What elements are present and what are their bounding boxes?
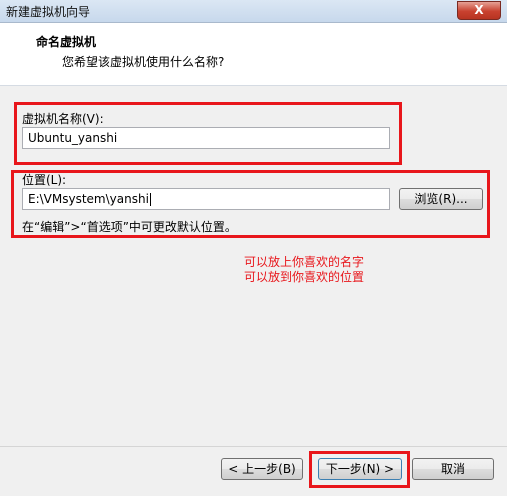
wizard-header: 命名虚拟机 您希望该虚拟机使用什么名称? — [0, 23, 507, 86]
page-subtitle: 您希望该虚拟机使用什么名称? — [62, 55, 225, 69]
title-bar: 新建虚拟机向导 X — [0, 0, 507, 23]
wizard-window: 新建虚拟机向导 X 命名虚拟机 您希望该虚拟机使用什么名称? 虚拟机名称(V):… — [0, 0, 507, 496]
cancel-button[interactable]: 取消 — [412, 458, 494, 480]
location-highlight-box — [11, 170, 490, 238]
next-highlight-box — [309, 451, 410, 488]
close-icon: X — [474, 3, 484, 17]
close-button[interactable]: X — [457, 1, 501, 20]
name-highlight-box — [14, 102, 402, 165]
footer-divider — [0, 446, 507, 447]
back-button[interactable]: < 上一步(B) — [221, 458, 303, 480]
window-title: 新建虚拟机向导 — [6, 5, 91, 19]
page-title: 命名虚拟机 — [36, 35, 97, 49]
annotation-location: 可以放到你喜欢的位置 — [244, 270, 365, 284]
